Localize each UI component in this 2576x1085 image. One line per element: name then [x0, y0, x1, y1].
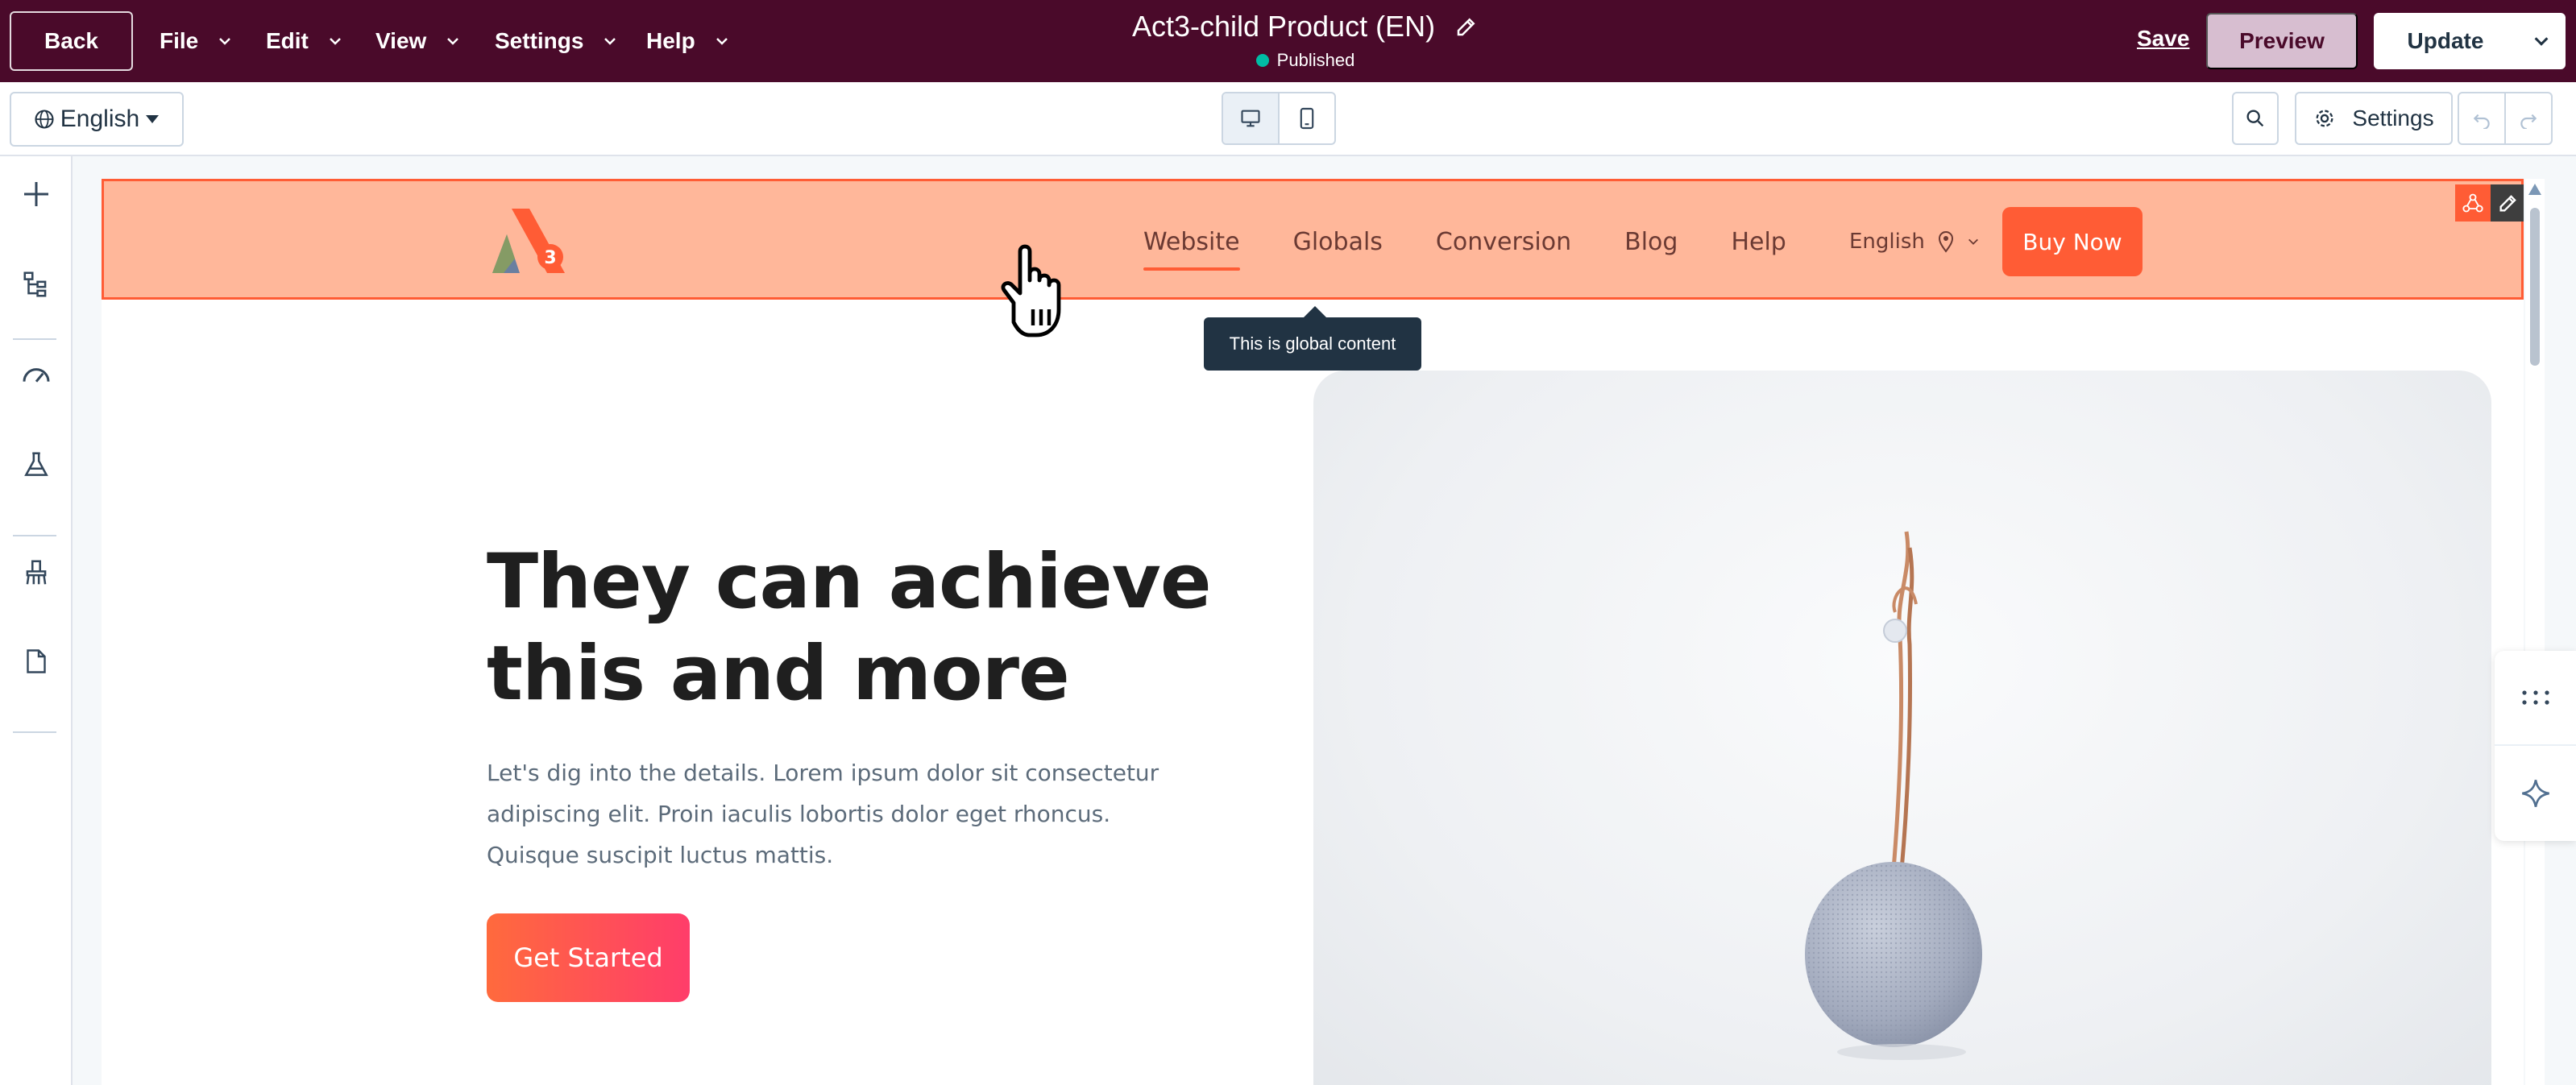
brush-icon[interactable]: [18, 554, 55, 591]
menu-settings[interactable]: Settings: [495, 0, 617, 82]
speaker-illustration: [1805, 531, 1982, 1060]
search-icon: [2246, 110, 2264, 127]
nav-item-globals[interactable]: Globals: [1293, 228, 1383, 256]
save-button[interactable]: Save: [2137, 26, 2189, 52]
rail-divider: [13, 535, 56, 536]
grid-dots-icon[interactable]: [2495, 651, 2576, 746]
site-nav: Website Globals Conversion Blog Help: [1143, 181, 1786, 302]
menu-view[interactable]: View: [375, 0, 460, 82]
page-icon[interactable]: [18, 643, 55, 680]
global-module-icon[interactable]: [2455, 184, 2491, 222]
tree-icon[interactable]: [18, 266, 55, 303]
redo-button[interactable]: [2506, 93, 2551, 143]
nav-item-blog[interactable]: Blog: [1624, 228, 1678, 256]
mobile-view-button[interactable]: [1280, 93, 1334, 143]
chevron-down-icon: [447, 38, 459, 45]
status-badge: Published: [1047, 50, 1563, 71]
mobile-icon: [1300, 107, 1314, 130]
get-started-button[interactable]: Get Started: [487, 913, 690, 1002]
globe-icon: [35, 110, 54, 129]
page-canvas: 3 Website Globals Conversion Blog Help E…: [102, 179, 2524, 1085]
edit-module-pencil-icon[interactable]: [2491, 184, 2524, 222]
global-header-module[interactable]: 3 Website Globals Conversion Blog Help E…: [102, 179, 2524, 300]
update-dropdown-toggle[interactable]: [2517, 13, 2566, 69]
settings-button[interactable]: Settings: [2295, 92, 2453, 145]
chevron-down-icon: [219, 38, 231, 45]
desktop-icon: [1241, 110, 1260, 127]
hero-product-image: [1313, 371, 2491, 1085]
nav-item-help[interactable]: Help: [1731, 228, 1786, 256]
sparkle-icon[interactable]: [2495, 746, 2576, 841]
update-button[interactable]: Update: [2374, 13, 2566, 69]
undo-redo-group: [2458, 92, 2553, 145]
chevron-down-icon: [604, 38, 616, 45]
speedometer-icon[interactable]: [18, 358, 55, 395]
rail-divider: [13, 338, 56, 340]
page-title-block: Act3-child Product (EN) Published: [1047, 10, 1563, 71]
search-button[interactable]: [2232, 92, 2279, 145]
site-language-switcher[interactable]: English: [1849, 222, 1980, 262]
chevron-down-icon: [1968, 238, 1978, 245]
chevron-down-icon: [330, 38, 341, 45]
desktop-view-button[interactable]: [1223, 93, 1280, 143]
scrollbar-thumb[interactable]: [2530, 208, 2540, 366]
svg-text:3: 3: [544, 248, 556, 268]
hero-title: They can achieve this and more: [487, 538, 1212, 718]
canvas-scrollbar[interactable]: [2525, 179, 2545, 1085]
hero-description: Let's dig into the details. Lorem ipsum …: [487, 760, 1159, 868]
add-icon[interactable]: [18, 176, 55, 213]
global-content-tooltip: This is global content: [1204, 306, 1421, 371]
undo-button[interactable]: [2459, 93, 2506, 143]
preview-button[interactable]: Preview: [2206, 13, 2358, 69]
language-selector[interactable]: English: [10, 92, 184, 147]
status-dot: [1255, 54, 1269, 67]
module-tools: [2455, 184, 2524, 222]
menu-help[interactable]: Help: [646, 0, 729, 82]
device-toggle: [1222, 92, 1336, 145]
hand-cursor-icon: [1001, 244, 1061, 338]
page-title: Act3-child Product (EN): [1131, 10, 1436, 43]
editor-top-bar: Back File Edit View Settings Help Act3-c…: [0, 0, 2576, 82]
menu-file[interactable]: File: [160, 0, 232, 82]
chevron-down-icon: [716, 38, 728, 45]
gear-icon: [2316, 110, 2333, 127]
left-sidebar: [0, 156, 73, 1085]
undo-icon: [2473, 114, 2490, 129]
location-pin-icon: [1938, 231, 1953, 253]
nav-item-conversion[interactable]: Conversion: [1436, 228, 1571, 256]
caret-down-icon: [146, 115, 160, 123]
brand-logo: 3: [492, 209, 565, 273]
chevron-down-icon: [2534, 37, 2549, 46]
floating-tools-panel: [2495, 651, 2576, 841]
pencil-icon[interactable]: [1454, 14, 1479, 39]
nav-item-website[interactable]: Website: [1143, 228, 1240, 271]
buy-now-button[interactable]: Buy Now: [2002, 207, 2143, 276]
menu-edit[interactable]: Edit: [266, 0, 342, 82]
scroll-up-arrow-icon[interactable]: [2528, 184, 2541, 195]
flask-icon[interactable]: [18, 446, 55, 483]
editor-toolbar: English Settings: [0, 82, 2576, 156]
rail-divider: [13, 731, 56, 733]
back-button[interactable]: Back: [10, 11, 133, 71]
redo-icon: [2520, 114, 2537, 129]
